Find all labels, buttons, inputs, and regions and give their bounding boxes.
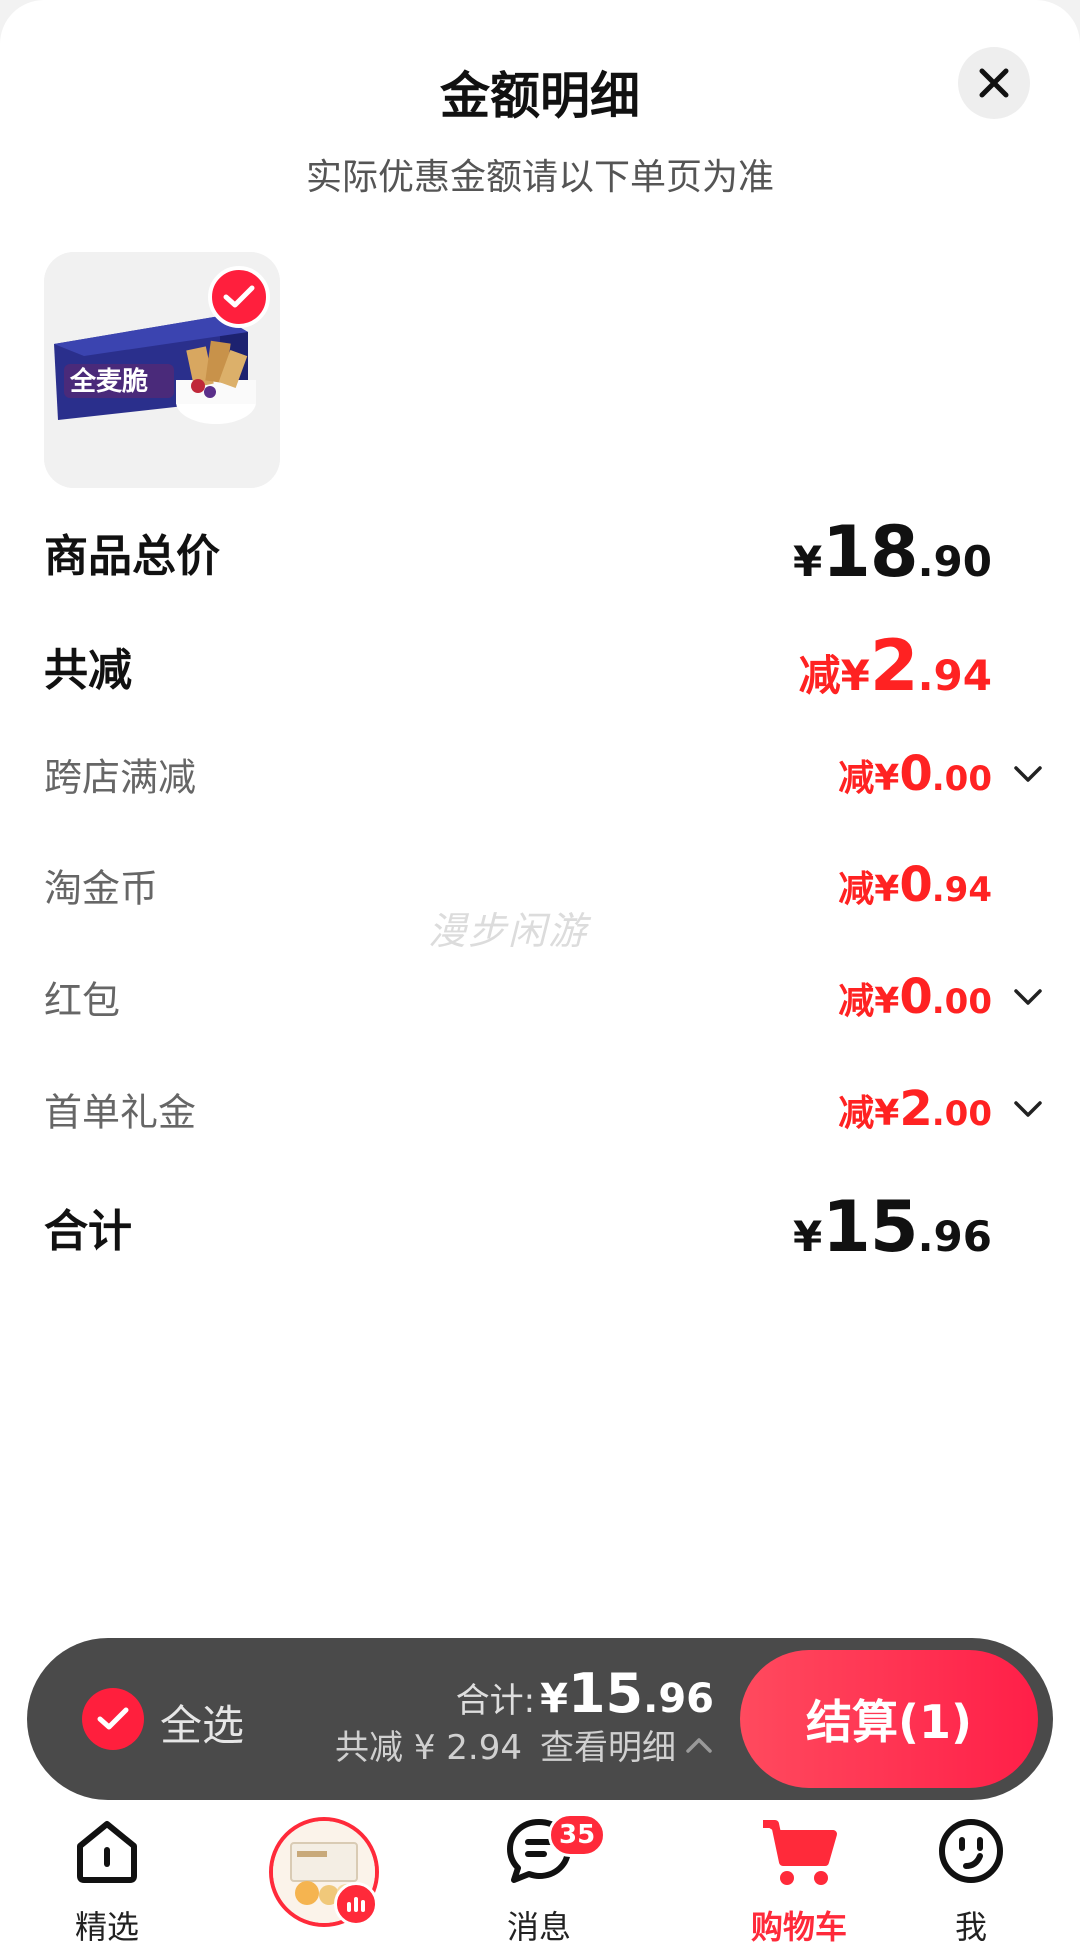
checkout-button[interactable]: 结算(1) — [740, 1650, 1038, 1788]
message-badge: 35 — [548, 1813, 607, 1857]
amount-integer: 2 — [869, 625, 919, 707]
discount-item-label: 跨店满减 — [44, 755, 197, 800]
amount-integer: 0 — [899, 969, 932, 1025]
bottom-tab-bar: 精选 购物车 我 消息 — [0, 1806, 1080, 1945]
discount-item-amount: 减¥0.00 — [838, 746, 992, 802]
amount-integer: 15 — [567, 1662, 644, 1725]
tab-label: 消息 — [506, 1908, 571, 1945]
total-discount-label: 共减 — [44, 645, 132, 696]
discount-item-label: 红包 — [44, 978, 121, 1023]
amount-integer: 0 — [899, 746, 932, 802]
discount-prefix: 减¥ — [838, 869, 900, 910]
amount-integer: 15 — [822, 1186, 918, 1268]
discount-item-first-order-gift[interactable]: 首单礼金 减¥2.00 — [44, 1069, 1044, 1149]
tab-label: 我 — [954, 1908, 987, 1945]
discount-prefix: 减¥ — [838, 1093, 900, 1134]
thumb-box-text: 全麦脆 — [69, 366, 148, 397]
live-indicator-icon — [334, 1882, 378, 1926]
amount-decimal: .96 — [917, 1212, 992, 1261]
discount-item-amount: 减¥0.00 — [838, 969, 992, 1025]
sum-label: 合计 — [44, 1206, 132, 1257]
sum-row: 合计 ¥15.96 — [44, 1186, 1044, 1268]
page-subtitle: 实际优惠金额请以下单页为准 — [305, 157, 774, 198]
watermark: 漫步闲游 — [428, 909, 589, 953]
goods-total-label: 商品总价 — [44, 531, 220, 582]
discount-prefix: 减¥ — [798, 651, 870, 700]
select-all-checkbox[interactable] — [82, 1688, 144, 1750]
discount-item-amount: 减¥2.00 — [838, 1081, 992, 1137]
view-details-toggle[interactable]: 共减 ¥ 2.94 查看明细 — [335, 1720, 714, 1769]
amount-decimal: .90 — [917, 537, 992, 586]
discount-item-cross-store[interactable]: 跨店满减 减¥0.00 — [44, 734, 1044, 814]
discount-prefix: 减¥ — [838, 758, 900, 799]
tab-cart[interactable]: 购物车 — [719, 1806, 879, 1945]
cart-icon — [763, 1820, 837, 1885]
total-discount-row: 共减 减¥2.94 — [44, 625, 1044, 707]
amount-integer: 18 — [822, 511, 918, 593]
close-icon — [979, 68, 1009, 98]
amount-decimal: .94 — [917, 651, 992, 700]
chevron-down-icon[interactable] — [1012, 764, 1044, 784]
currency-symbol: ¥ — [792, 537, 823, 586]
tab-label: 精选 — [74, 1908, 139, 1945]
amount-decimal: .94 — [931, 870, 992, 910]
amount-decimal: .96 — [643, 1676, 714, 1722]
amount-integer: 2 — [899, 1081, 932, 1137]
check-icon — [223, 285, 255, 308]
chevron-down-icon[interactable] — [1012, 987, 1044, 1007]
currency-symbol: ¥ — [792, 1212, 823, 1261]
amount-decimal: .00 — [931, 759, 992, 799]
chevron-down-icon[interactable] — [1012, 1099, 1044, 1119]
checkout-total: 合计: ¥15.96 — [456, 1662, 714, 1725]
select-all-label[interactable]: 全选 — [160, 1692, 244, 1753]
smiley-icon — [939, 1819, 1003, 1883]
tab-label: 购物车 — [750, 1908, 847, 1945]
amount-decimal: .00 — [931, 982, 992, 1022]
home-icon — [77, 1821, 137, 1883]
amount-decimal: .00 — [931, 1094, 992, 1134]
discount-prefix: 减¥ — [838, 981, 900, 1022]
sum-amount: ¥15.96 — [793, 1186, 992, 1268]
close-button[interactable] — [958, 47, 1030, 119]
chevron-up-icon — [686, 1737, 712, 1753]
tab-me[interactable]: 我 — [891, 1806, 1051, 1945]
page-title: 金额明细 — [440, 67, 640, 125]
product-select-checkbox[interactable] — [208, 266, 270, 328]
goods-total-row: 商品总价 ¥18.90 — [44, 511, 1044, 593]
amount-integer: 0 — [899, 857, 932, 913]
total-label: 合计: — [455, 1681, 536, 1721]
tab-featured[interactable]: 精选 — [27, 1806, 187, 1945]
check-icon — [97, 1707, 129, 1730]
total-discount-amount: 减¥2.94 — [799, 625, 992, 707]
discount-item-label: 淘金币 — [44, 866, 159, 911]
discount-item-label: 首单礼金 — [44, 1090, 197, 1135]
view-details-label: 查看明细 — [540, 1728, 676, 1768]
goods-total-amount: ¥18.90 — [793, 511, 992, 593]
discount-item-amount: 减¥0.94 — [838, 857, 992, 913]
discount-item-red-packet[interactable]: 红包 减¥0.00 — [44, 957, 1044, 1037]
checkout-discount-text: 共减 ¥ 2.94 — [335, 1728, 522, 1768]
currency-symbol: ¥ — [540, 1676, 568, 1722]
